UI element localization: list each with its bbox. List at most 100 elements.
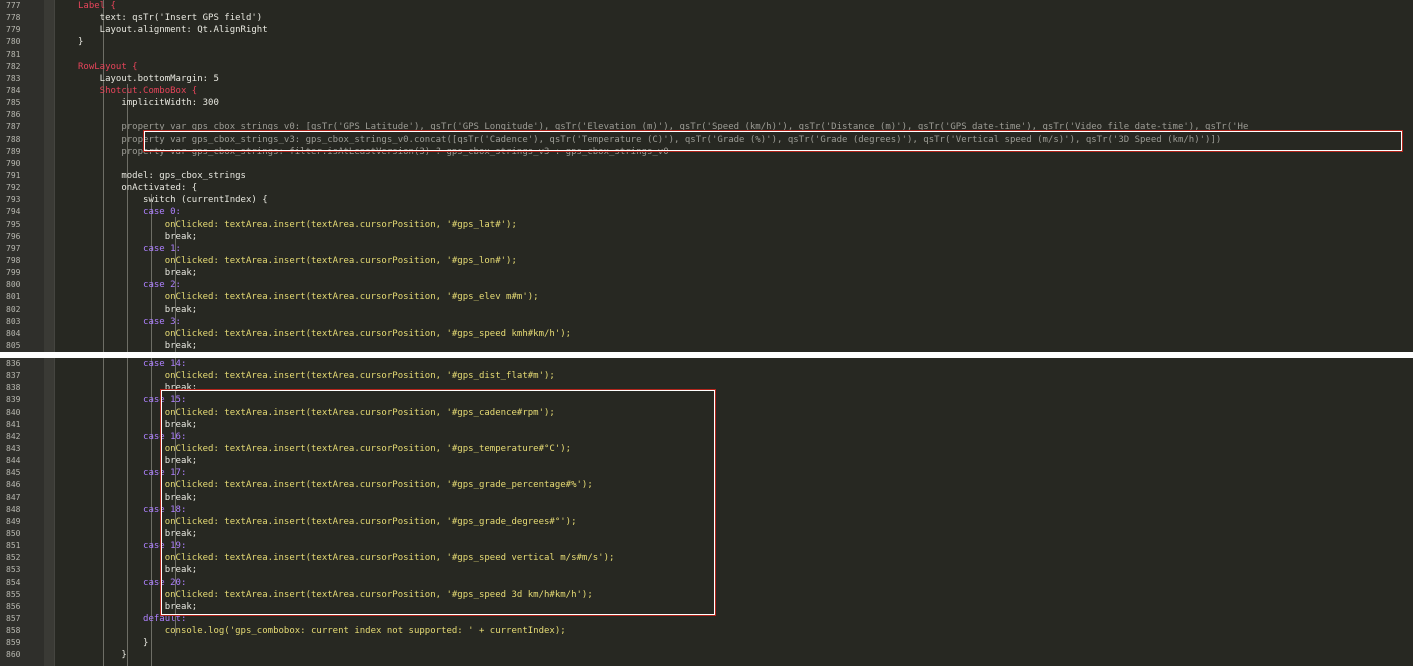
code-text[interactable]: break; — [78, 304, 198, 316]
code-text[interactable]: onClicked: textArea.insert(textArea.curs… — [78, 407, 555, 419]
code-text[interactable]: onClicked: textArea.insert(textArea.curs… — [78, 589, 593, 601]
code-text[interactable]: implicitWidth: 300 — [78, 97, 219, 109]
code-line[interactable]: 836 case 14: — [0, 358, 1413, 370]
code-line[interactable]: 785 implicitWidth: 300 — [0, 97, 1413, 109]
code-lines[interactable]: 777 Label {778 text: qsTr('Insert GPS fie… — [0, 0, 1413, 352]
code-text[interactable]: default: — [78, 613, 186, 625]
code-line[interactable]: 788 property var gps_cbox_strings_v3: gp… — [0, 134, 1413, 146]
code-text[interactable]: case 15: — [78, 394, 186, 406]
code-text[interactable]: break; — [78, 528, 198, 540]
code-text[interactable]: break; — [78, 492, 198, 504]
code-text[interactable]: text: qsTr('Insert GPS field') — [78, 12, 263, 24]
editor-panel-top[interactable]: 777 Label {778 text: qsTr('Insert GPS fie… — [0, 0, 1413, 352]
code-line[interactable]: 839 case 15: — [0, 394, 1413, 406]
code-text[interactable]: } — [78, 649, 126, 661]
code-text[interactable]: onClicked: textArea.insert(textArea.curs… — [78, 516, 577, 528]
editor-panel-bottom[interactable]: 836 case 14: 837 onClicked: textArea.inse… — [0, 358, 1413, 666]
code-line[interactable]: 838 break; — [0, 382, 1413, 394]
code-text[interactable]: break; — [78, 340, 198, 352]
code-line[interactable]: 856 break; — [0, 601, 1413, 613]
code-line[interactable]: 784 Shotcut.ComboBox { — [0, 85, 1413, 97]
code-line[interactable]: 790 — [0, 158, 1413, 170]
code-line[interactable]: 802 break; — [0, 304, 1413, 316]
code-line[interactable]: 843 onClicked: textArea.insert(textArea.… — [0, 443, 1413, 455]
code-text[interactable]: case 18: — [78, 504, 186, 516]
code-line[interactable]: 782 RowLayout { — [0, 61, 1413, 73]
code-line[interactable]: 796 break; — [0, 231, 1413, 243]
code-text[interactable]: switch (currentIndex) { — [78, 194, 268, 206]
code-text[interactable]: onClicked: textArea.insert(textArea.curs… — [78, 291, 539, 303]
code-text[interactable]: onClicked: textArea.insert(textArea.curs… — [78, 479, 593, 491]
code-line[interactable]: 789 property var gps_cbox_strings: filte… — [0, 146, 1413, 158]
code-text[interactable]: property var gps_cbox_strings_v3: gps_cb… — [78, 134, 1221, 146]
code-text[interactable]: Shotcut.ComboBox { — [78, 85, 198, 97]
code-line[interactable]: 799 break; — [0, 267, 1413, 279]
code-text[interactable]: } — [78, 637, 148, 649]
code-line[interactable]: 848 case 18: — [0, 504, 1413, 516]
code-text[interactable]: case 0: — [78, 206, 181, 218]
code-line[interactable]: 841 break; — [0, 419, 1413, 431]
code-text[interactable]: case 3: — [78, 316, 181, 328]
code-text[interactable]: break; — [78, 267, 198, 279]
code-text[interactable]: break; — [78, 419, 198, 431]
code-line[interactable]: 781 — [0, 49, 1413, 61]
code-line[interactable]: 850 break; — [0, 528, 1413, 540]
code-line[interactable]: 801 onClicked: textArea.insert(textArea.… — [0, 291, 1413, 303]
code-line[interactable]: 804 onClicked: textArea.insert(textArea.… — [0, 328, 1413, 340]
code-text[interactable]: onActivated: { — [78, 182, 197, 194]
code-line[interactable]: 845 case 17: — [0, 467, 1413, 479]
code-line[interactable]: 857 default: — [0, 613, 1413, 625]
code-text[interactable]: case 14: — [78, 358, 186, 370]
code-text[interactable]: onClicked: textArea.insert(textArea.curs… — [78, 328, 571, 340]
code-line[interactable]: 793 switch (currentIndex) { — [0, 194, 1413, 206]
code-text[interactable]: property var gps_cbox_strings_v0: [qsTr(… — [78, 121, 1248, 133]
code-text[interactable]: break; — [78, 231, 198, 243]
code-text[interactable]: onClicked: textArea.insert(textArea.curs… — [78, 552, 615, 564]
code-text[interactable]: case 16: — [78, 431, 186, 443]
code-line[interactable]: 780} — [0, 36, 1413, 48]
code-line[interactable]: 847 break; — [0, 492, 1413, 504]
code-text[interactable]: case 17: — [78, 467, 186, 479]
code-text[interactable]: break; — [78, 455, 198, 467]
code-text[interactable]: break; — [78, 382, 198, 394]
code-text[interactable]: onClicked: textArea.insert(textArea.curs… — [78, 370, 555, 382]
code-line[interactable]: 778 text: qsTr('Insert GPS field') — [0, 12, 1413, 24]
code-text[interactable]: console.log('gps_combobox: current index… — [78, 625, 566, 637]
code-line[interactable]: 800 case 2: — [0, 279, 1413, 291]
code-line[interactable]: 779 Layout.alignment: Qt.AlignRight — [0, 24, 1413, 36]
code-text[interactable]: RowLayout { — [78, 61, 138, 73]
code-line[interactable]: 794 case 0: — [0, 206, 1413, 218]
code-line[interactable]: 859 } — [0, 637, 1413, 649]
code-text[interactable]: Layout.alignment: Qt.AlignRight — [78, 24, 268, 36]
code-text[interactable]: Layout.bottomMargin: 5 — [78, 73, 219, 85]
code-line[interactable]: 842 case 16: — [0, 431, 1413, 443]
code-text[interactable]: } — [78, 36, 83, 48]
code-text[interactable]: onClicked: textArea.insert(textArea.curs… — [78, 443, 571, 455]
code-line[interactable]: 795 onClicked: textArea.insert(textArea.… — [0, 219, 1413, 231]
code-text[interactable]: case 20: — [78, 577, 186, 589]
code-text[interactable]: case 2: — [78, 279, 181, 291]
code-line[interactable]: 792 onActivated: { — [0, 182, 1413, 194]
code-line[interactable]: 837 onClicked: textArea.insert(textArea.… — [0, 370, 1413, 382]
code-line[interactable]: 791 model: gps_cbox_strings — [0, 170, 1413, 182]
code-line[interactable]: 855 onClicked: textArea.insert(textArea.… — [0, 589, 1413, 601]
code-line[interactable]: 852 onClicked: textArea.insert(textArea.… — [0, 552, 1413, 564]
code-line[interactable]: 783 Layout.bottomMargin: 5 — [0, 73, 1413, 85]
code-text[interactable]: onClicked: textArea.insert(textArea.curs… — [78, 219, 517, 231]
code-line[interactable]: 805 break; — [0, 340, 1413, 352]
code-lines[interactable]: 836 case 14: 837 onClicked: textArea.inse… — [0, 358, 1413, 662]
code-line[interactable]: 849 onClicked: textArea.insert(textArea.… — [0, 516, 1413, 528]
code-text[interactable]: case 19: — [78, 540, 186, 552]
code-line[interactable]: 786 — [0, 109, 1413, 121]
code-line[interactable]: 854 case 20: — [0, 577, 1413, 589]
code-line[interactable]: 844 break; — [0, 455, 1413, 467]
code-line[interactable]: 803 case 3: — [0, 316, 1413, 328]
code-line[interactable]: 858 console.log('gps_combobox: current i… — [0, 625, 1413, 637]
code-text[interactable]: model: gps_cbox_strings — [78, 170, 246, 182]
code-text[interactable]: case 1: — [78, 243, 181, 255]
code-text[interactable]: break; — [78, 601, 198, 613]
code-line[interactable]: 777 Label { — [0, 0, 1413, 12]
code-line[interactable]: 840 onClicked: textArea.insert(textArea.… — [0, 407, 1413, 419]
code-text[interactable]: break; — [78, 564, 198, 576]
code-line[interactable]: 787 property var gps_cbox_strings_v0: [q… — [0, 121, 1413, 133]
